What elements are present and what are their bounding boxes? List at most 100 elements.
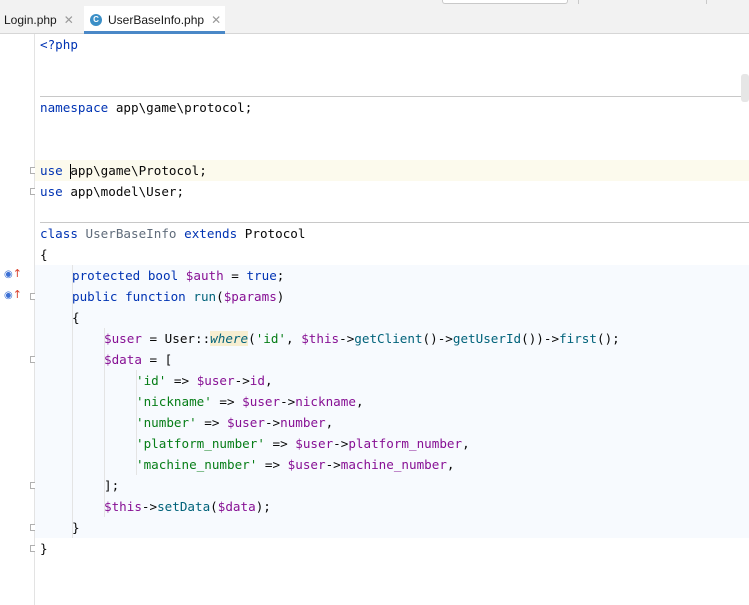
- code-line: {: [35, 307, 749, 328]
- property: number: [280, 415, 326, 430]
- php-open-tag: <?php: [40, 37, 78, 52]
- code-text: = [: [141, 352, 173, 367]
- tab-label: Login.php: [4, 12, 57, 27]
- variable: $data: [217, 499, 256, 514]
- indent-guide: [104, 328, 105, 517]
- static-method: where: [210, 331, 249, 346]
- code-line: <?php: [35, 34, 749, 55]
- operator: =>: [257, 457, 288, 472]
- punctuation: ,: [355, 394, 364, 409]
- overrides-marker-icon[interactable]: ◉↑: [4, 288, 22, 301]
- punctuation: ,: [446, 457, 455, 472]
- variable: $user: [196, 373, 235, 388]
- code-line: 'platform_number' => $user->platform_num…: [35, 433, 749, 454]
- code-editor[interactable]: <?php namespace app\game\protocol; use a…: [35, 34, 749, 605]
- close-icon[interactable]: ✕: [211, 13, 221, 27]
- brace: {: [72, 310, 80, 325]
- keyword: use: [40, 184, 63, 199]
- parameter: $params: [223, 289, 277, 304]
- variable: $data: [104, 352, 142, 367]
- variable: $this: [301, 331, 340, 346]
- operator: ->: [280, 394, 296, 409]
- parent-class: Protocol: [244, 226, 306, 241]
- variable: $this: [104, 499, 142, 514]
- property: id: [249, 373, 265, 388]
- method-call: getClient: [354, 331, 423, 346]
- function-name: run: [193, 289, 217, 304]
- toolbar-field[interactable]: [442, 0, 568, 4]
- method-call: first: [559, 331, 597, 346]
- close-icon[interactable]: ✕: [64, 13, 74, 27]
- tab-label: UserBaseInfo.php: [108, 12, 205, 27]
- code-text: ())->: [521, 331, 560, 346]
- property: nickname: [295, 394, 356, 409]
- variable: $user: [242, 394, 281, 409]
- punctuation: ,: [462, 436, 470, 451]
- punctuation: (: [210, 499, 218, 514]
- editor-tab-bar: Login.php ✕ C UserBaseInfo.php ✕: [0, 6, 749, 34]
- code-line: 'nickname' => $user->nickname,: [35, 391, 749, 412]
- keyword: function: [125, 289, 186, 304]
- code-line: }: [35, 538, 749, 559]
- code-line: $user = User::where('id', $this->getClie…: [35, 328, 749, 349]
- code-line: $data = [: [35, 349, 749, 370]
- punctuation: ): [276, 289, 285, 304]
- string: 'nickname': [136, 394, 212, 409]
- operator: ->: [325, 457, 341, 472]
- code-line: public function run($params): [35, 286, 749, 307]
- literal: true: [246, 268, 277, 283]
- overrides-marker-icon[interactable]: ◉↑: [4, 267, 22, 280]
- operator: ->: [234, 373, 250, 388]
- punctuation: );: [255, 499, 271, 514]
- toolbar-separator: [578, 0, 579, 4]
- php-class-icon: C: [90, 13, 102, 26]
- operator: ->: [333, 436, 349, 451]
- code-line: {: [35, 244, 749, 265]
- code-line: 'machine_number' => $user->machine_numbe…: [35, 454, 749, 475]
- operator: ->: [141, 499, 158, 514]
- code-text: (: [248, 331, 256, 346]
- scrollbar-thumb[interactable]: [741, 74, 749, 102]
- brace: {: [40, 247, 48, 262]
- code-text: = User::: [141, 331, 211, 346]
- indent-guide: [136, 370, 137, 475]
- keyword: extends: [184, 226, 238, 241]
- code-line: protected bool $auth = true;: [35, 265, 749, 286]
- keyword: bool: [147, 268, 179, 283]
- class-name: UserBaseInfo: [85, 226, 177, 241]
- editor-gutter[interactable]: ◉↑ ◉↑: [0, 34, 37, 605]
- variable: $user: [227, 415, 265, 430]
- string: 'machine_number': [136, 457, 258, 472]
- keyword: class: [40, 226, 78, 241]
- method-call: setData: [157, 499, 211, 514]
- code-line: namespace app\game\protocol;: [35, 97, 749, 118]
- tab-login-php[interactable]: Login.php ✕: [4, 6, 74, 33]
- namespace-path: app\game\protocol;: [108, 100, 253, 115]
- keyword: namespace: [40, 100, 109, 115]
- code-text: ->: [339, 331, 355, 346]
- code-line: }: [35, 517, 749, 538]
- operator: =>: [196, 415, 228, 430]
- code-line: 'id' => $user->id,: [35, 370, 749, 391]
- brace: }: [40, 541, 48, 556]
- variable: $user: [287, 457, 326, 472]
- string: 'id': [136, 373, 167, 388]
- code-line: ];: [35, 475, 749, 496]
- tab-userbaseinfo-php[interactable]: C UserBaseInfo.php ✕: [84, 6, 225, 34]
- operator: ->: [264, 415, 281, 430]
- punctuation: ,: [264, 373, 273, 388]
- keyword: public: [72, 289, 118, 304]
- code-text: ()->: [422, 331, 453, 346]
- code-line: $this->setData($data);: [35, 496, 749, 517]
- indent-guide: [72, 265, 73, 538]
- operator: =: [223, 268, 247, 283]
- method-call: getUserId: [452, 331, 522, 346]
- variable: $user: [104, 331, 142, 346]
- operator: =>: [264, 436, 296, 451]
- property: platform_number: [348, 436, 463, 451]
- keyword: use: [40, 163, 63, 178]
- code-text: ();: [596, 331, 620, 346]
- code-text: ];: [104, 478, 120, 493]
- operator: =>: [211, 394, 243, 409]
- keyword: protected: [72, 268, 141, 283]
